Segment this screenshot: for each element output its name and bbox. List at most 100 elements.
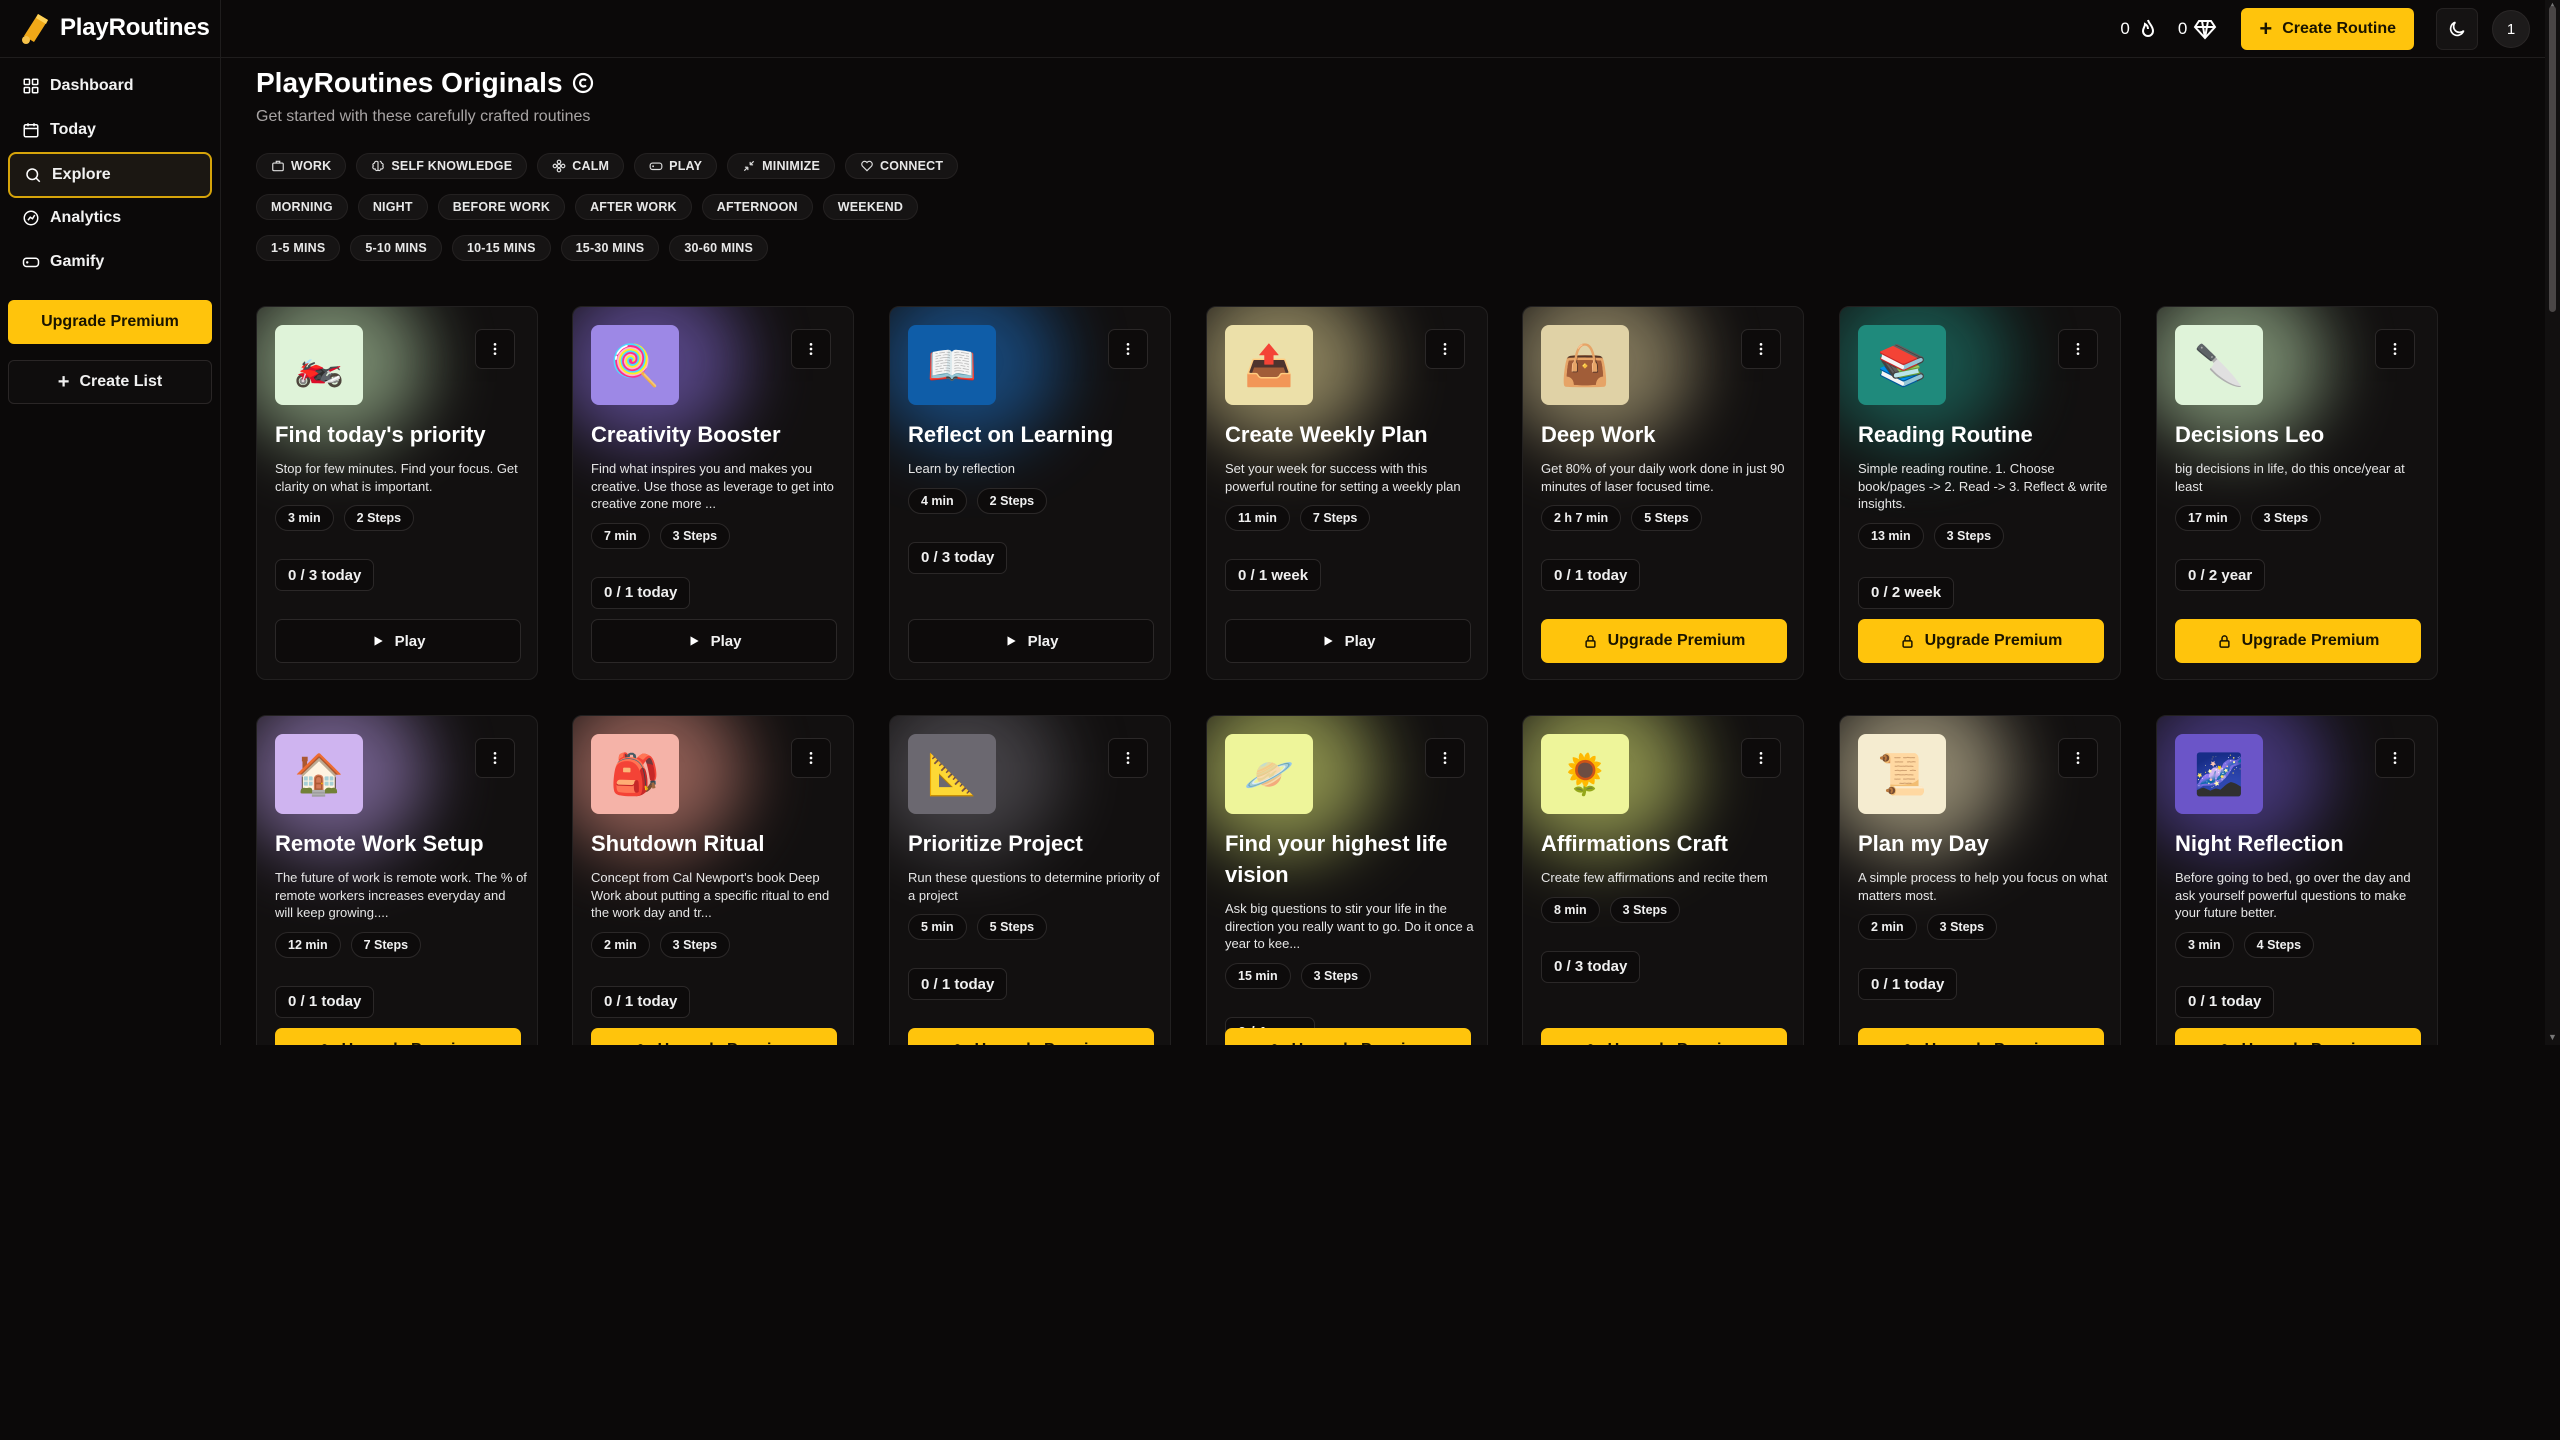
routine-card[interactable]: 🎒 Shutdown Ritual Concept from Cal Newport…	[572, 715, 854, 1045]
chip-morning[interactable]: MORNING	[256, 194, 348, 220]
routine-card[interactable]: 📖 Reflect on Learning Learn by reflection 4…	[889, 306, 1171, 680]
chip-10-15-mins[interactable]: 10-15 MINS	[451, 235, 551, 261]
card-menu-button[interactable]	[1425, 329, 1465, 369]
routine-card[interactable]: 📚 Reading Routine Simple reading routine. …	[1839, 306, 2121, 680]
card-menu-button[interactable]	[2375, 738, 2415, 778]
upgrade-premium-button[interactable]: Upgrade Premium	[591, 1028, 837, 1045]
card-menu-button[interactable]	[1108, 738, 1148, 778]
steps-badge: 7 Steps	[1299, 505, 1371, 531]
play-button[interactable]: Play	[1225, 619, 1471, 663]
logo-icon	[22, 14, 48, 44]
play-icon	[1324, 636, 1333, 646]
upgrade-premium-button[interactable]: Upgrade Premium	[908, 1028, 1154, 1045]
card-description: Get 80% of your daily work done in just …	[1541, 461, 1785, 494]
play-icon	[374, 636, 383, 646]
upgrade-premium-button[interactable]: Upgrade Premium	[1858, 1028, 2104, 1045]
card-menu-button[interactable]	[2058, 329, 2098, 369]
routine-card[interactable]: 🪐 Find your highest life vision Ask big qu…	[1206, 715, 1488, 1045]
avatar[interactable]: 1	[2492, 10, 2530, 48]
sidebar-item-gamify[interactable]: Gamify	[8, 242, 212, 282]
card-menu-button[interactable]	[1108, 329, 1148, 369]
app-logo[interactable]: PlayRoutines	[18, 10, 210, 46]
card-menu-button[interactable]	[2058, 738, 2098, 778]
more-vertical-icon	[1126, 343, 1130, 355]
progress-badge: 0 / 3 today	[1541, 950, 1641, 983]
steps-badge: 3 Steps	[659, 522, 731, 549]
routine-card[interactable]: 🌌 Night Reflection Before going to bed, go…	[2156, 715, 2438, 1045]
upgrade-premium-button[interactable]: Upgrade Premium	[2175, 1028, 2421, 1045]
routine-card[interactable]: 🍭 Creativity Booster Find what inspires yo…	[572, 306, 854, 680]
streak-counter[interactable]: 0	[2120, 17, 2159, 41]
upgrade-premium-button[interactable]: Upgrade Premium	[1541, 1028, 1787, 1045]
card-menu-button[interactable]	[791, 738, 831, 778]
chip-minimize[interactable]: MINIMIZE	[727, 153, 836, 179]
backpack-icon: 🎒	[591, 734, 679, 814]
upgrade-premium-button[interactable]: Upgrade Premium	[1541, 619, 1787, 663]
routine-card[interactable]: 📐 Prioritize Project Run these questions t…	[889, 715, 1171, 1045]
upgrade-premium-button[interactable]: Upgrade Premium	[2175, 619, 2421, 663]
chip-15-30-mins[interactable]: 15-30 MINS	[560, 235, 660, 261]
chip-calm[interactable]: CALM	[537, 153, 625, 179]
card-menu-button[interactable]	[475, 329, 515, 369]
upgrade-premium-button[interactable]: Upgrade Premium	[8, 300, 212, 344]
upgrade-premium-button[interactable]: Upgrade Premium	[275, 1028, 521, 1045]
steps-badge: 3 Steps	[1609, 896, 1681, 923]
routine-card[interactable]: 🌻 Affirmations Craft Create few affirmatio…	[1522, 715, 1804, 1045]
routine-card[interactable]: 🔪 Decisions Leo big decisions in life, do …	[2156, 306, 2438, 680]
chip-afternoon[interactable]: AFTERNOON	[701, 194, 813, 220]
sidebar-item-dashboard[interactable]: Dashboard	[8, 66, 212, 106]
card-description: Find what inspires you and makes you cre…	[591, 461, 834, 511]
theme-toggle-button[interactable]	[2436, 8, 2478, 50]
card-menu-button[interactable]	[475, 738, 515, 778]
card-title: Reading Routine	[1858, 422, 2033, 447]
duration-badge: 12 min	[275, 931, 341, 958]
sidebar-item-explore[interactable]: Explore	[8, 152, 212, 198]
card-menu-button[interactable]	[2375, 329, 2415, 369]
chip-weekend[interactable]: WEEKEND	[822, 194, 919, 220]
sidebar-item-label: Today	[50, 121, 96, 138]
play-button[interactable]: Play	[275, 619, 521, 663]
chip-1-5-mins[interactable]: 1-5 MINS	[256, 235, 341, 261]
scroll-thumb[interactable]	[2549, 6, 2556, 312]
card-title: Reflect on Learning	[908, 422, 1114, 447]
card-title: Affirmations Craft	[1541, 831, 1729, 856]
dashboard-icon	[23, 78, 39, 94]
lock-icon	[637, 1043, 643, 1045]
card-title: Create Weekly Plan	[1225, 422, 1428, 447]
chip-30-60-mins[interactable]: 30-60 MINS	[669, 235, 769, 261]
chip-self-knowledge[interactable]: SELF KNOWLEDGE	[356, 153, 528, 179]
routine-card[interactable]: 📜 Plan my Day A simple process to help you…	[1839, 715, 2121, 1045]
card-menu-button[interactable]	[791, 329, 831, 369]
page-scrollbar[interactable]: ▲ ▼	[2545, 0, 2560, 1045]
routine-card[interactable]: 📤 Create Weekly Plan Set your week for suc…	[1206, 306, 1488, 680]
chip-after-work[interactable]: AFTER WORK	[575, 194, 692, 220]
routine-card[interactable]: 👜 Deep Work Get 80% of your daily work don…	[1522, 306, 1804, 680]
progress-badge: 0 / 3 today	[908, 541, 1008, 574]
play-button[interactable]: Play	[591, 619, 837, 663]
gems-counter[interactable]: 0	[2178, 17, 2217, 41]
card-menu-button[interactable]	[1425, 738, 1465, 778]
routine-card[interactable]: 🏍️ Find today's priority Stop for few minu…	[256, 306, 538, 680]
chip-work[interactable]: WORK	[256, 153, 347, 179]
card-meta: 5 min 5 Steps	[908, 914, 1160, 940]
play-button[interactable]: Play	[908, 619, 1154, 663]
create-routine-button[interactable]: + Create Routine	[2241, 8, 2414, 50]
upgrade-premium-button[interactable]: Upgrade Premium	[1225, 1028, 1471, 1045]
chip-play[interactable]: PLAY	[634, 153, 718, 179]
card-menu-button[interactable]	[1741, 738, 1781, 778]
chip-before-work[interactable]: BEFORE WORK	[437, 194, 566, 220]
chip-connect[interactable]: CONNECT	[845, 153, 959, 179]
upgrade-premium-button[interactable]: Upgrade Premium	[1858, 619, 2104, 663]
card-description: Before going to bed, go over the day and…	[2175, 870, 2411, 920]
create-list-button[interactable]: + Create List	[8, 360, 212, 404]
sidebar-item-today[interactable]: Today	[8, 110, 212, 150]
sidebar-item-analytics[interactable]: Analytics	[8, 198, 212, 238]
scroll-down-arrow-icon[interactable]: ▼	[2547, 1032, 2558, 1043]
moon-icon	[2449, 21, 2465, 37]
card-menu-button[interactable]	[1741, 329, 1781, 369]
chip-night[interactable]: NIGHT	[357, 194, 428, 220]
chip-5-10-mins[interactable]: 5-10 MINS	[350, 235, 442, 261]
steps-badge: 3 Steps	[1926, 914, 1998, 940]
routine-card[interactable]: 🏠 Remote Work Setup The future of work is …	[256, 715, 538, 1045]
duration-badge: 5 min	[908, 914, 967, 940]
